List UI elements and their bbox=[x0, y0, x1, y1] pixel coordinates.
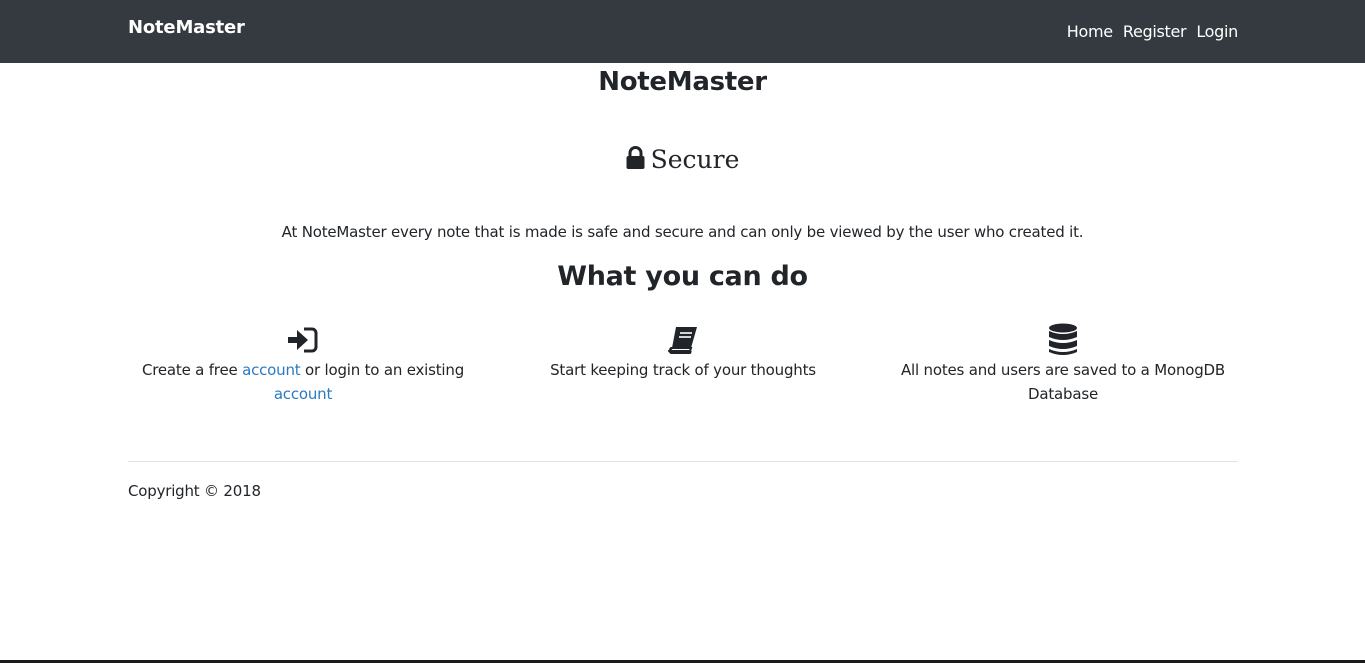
page-title: NoteMaster bbox=[598, 67, 767, 97]
feature-text-part: Create a free bbox=[141, 361, 243, 379]
top-navbar: NoteMaster Home Register Login bbox=[0, 0, 1365, 63]
book-icon bbox=[508, 323, 858, 357]
secure-description: At NoteMaster every note that is made is… bbox=[281, 223, 1084, 241]
existing-account-link[interactable]: account bbox=[274, 385, 333, 403]
feature-database: All notes and users are saved to a Monog… bbox=[888, 323, 1238, 406]
database-icon bbox=[888, 323, 1238, 357]
brand-link[interactable]: NoteMaster bbox=[128, 16, 245, 40]
footer-divider bbox=[128, 461, 1238, 462]
copyright-text: Copyright © 2018 bbox=[128, 482, 261, 500]
nav-links: Home Register Login bbox=[1067, 20, 1239, 44]
nav-link-home[interactable]: Home bbox=[1067, 20, 1113, 44]
feature-text-part: or login to an existing bbox=[300, 361, 465, 379]
features-heading: What you can do bbox=[557, 261, 808, 292]
feature-notes-text: Start keeping track of your thoughts bbox=[550, 361, 816, 379]
feature-account: Create a free account or login to an exi… bbox=[128, 323, 478, 406]
feature-notes: Start keeping track of your thoughts bbox=[508, 323, 858, 382]
feature-database-text: All notes and users are saved to a Monog… bbox=[900, 361, 1225, 403]
nav-link-login[interactable]: Login bbox=[1196, 20, 1238, 44]
account-link[interactable]: account bbox=[242, 361, 301, 379]
sign-in-icon bbox=[128, 323, 478, 357]
lock-icon bbox=[626, 145, 645, 179]
nav-link-register[interactable]: Register bbox=[1123, 20, 1187, 44]
feature-account-text: Create a free account or login to an exi… bbox=[128, 358, 478, 406]
secure-heading-label: Secure bbox=[650, 145, 740, 174]
secure-heading: Secure bbox=[0, 143, 1365, 179]
